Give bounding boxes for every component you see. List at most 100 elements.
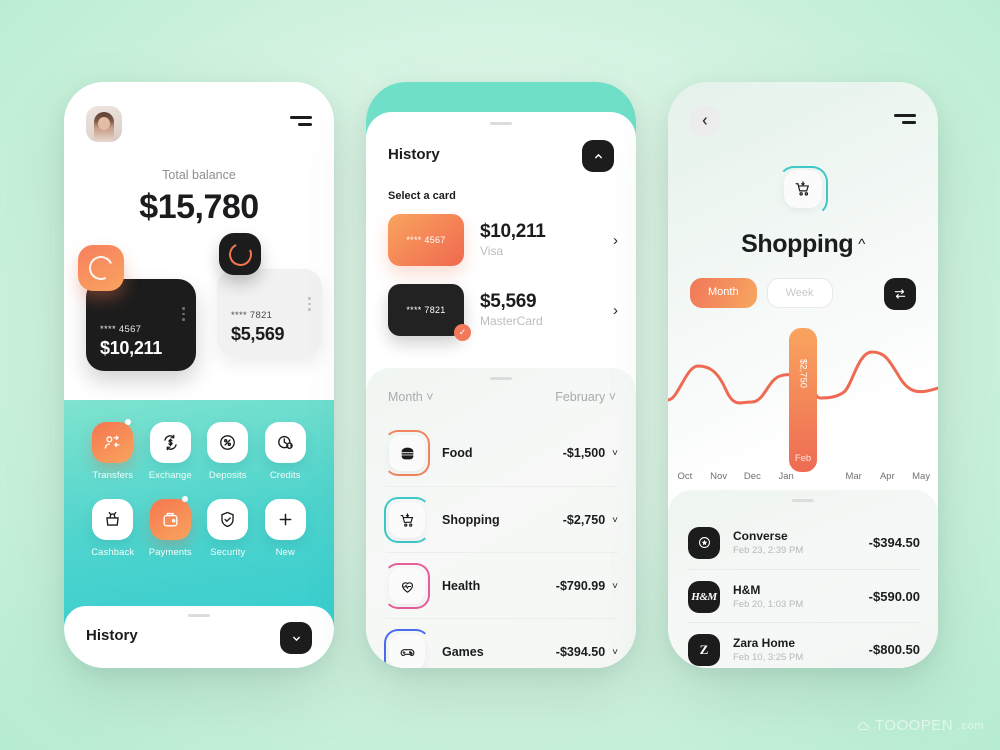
x-tick: Mar [845, 471, 862, 482]
transaction-name: Converse [733, 528, 788, 543]
action-credits[interactable]: Credits [257, 422, 315, 481]
action-label: Payments [148, 547, 192, 558]
page-title: Shopping ^ [668, 230, 938, 259]
card-options-icon[interactable] [308, 297, 311, 314]
action-payments[interactable]: Payments [142, 496, 200, 558]
sheet-title: History [86, 627, 138, 644]
card-amount: $10,211 [480, 221, 546, 243]
month-filter[interactable]: February ˅ [555, 390, 616, 404]
sheet-grabber[interactable] [490, 122, 512, 125]
chevron-down-icon [292, 636, 300, 641]
chevron-down-icon[interactable]: ˅ [612, 581, 618, 592]
list-filters: Month ˅ February ˅ [388, 390, 616, 404]
hamburger-icon[interactable] [894, 114, 916, 126]
phone3-body: Shopping ^ Month Week $2,750 Feb Oct Nov… [668, 82, 938, 668]
chevron-down-icon[interactable]: ˅ [612, 647, 618, 658]
sheet-grabber[interactable] [490, 377, 512, 380]
swap-button[interactable] [884, 278, 916, 310]
gamepad-icon [389, 634, 425, 668]
selected-check-icon: ✓ [454, 324, 471, 341]
card-number: **** 4567 [406, 235, 446, 245]
chevron-right-icon[interactable]: › [613, 302, 618, 319]
category-amount: -$1,500 [562, 446, 606, 460]
chevron-up-icon [594, 153, 602, 158]
chart-highlight-value: $2,750 [797, 358, 809, 389]
category-amount: -$2,750 [562, 513, 606, 527]
transaction-row-converse[interactable]: Converse Feb 23, 2:39 PM -$394.50 [688, 516, 920, 569]
category-row-games[interactable]: Games -$394.50 ˅ [384, 618, 618, 668]
spending-chart: $2,750 Feb Oct Nov Dec Jan Mar Apr May [668, 322, 938, 492]
x-tick: Dec [743, 471, 761, 482]
transaction-row-hm[interactable]: H&M H&M Feb 20, 1:03 PM -$590.00 [688, 569, 920, 623]
transaction-name: H&M [733, 582, 761, 597]
chevron-down-icon[interactable]: ˅ [612, 515, 618, 526]
transaction-amount: -$394.50 [868, 535, 920, 550]
segment-week[interactable]: Week [766, 278, 833, 308]
avatar[interactable] [86, 106, 122, 142]
chevron-up-icon[interactable]: ^ [858, 236, 865, 253]
action-transfers[interactable]: Transfers [84, 419, 142, 481]
transaction-row-zara-home[interactable]: Z Zara Home Feb 10, 3:25 PM -$800.50 [688, 622, 920, 668]
action-security[interactable]: Security [199, 499, 257, 558]
cart-icon [389, 502, 425, 538]
transaction-date: Feb 10, 3:25 PM [733, 652, 804, 664]
category-row-food[interactable]: Food -$1,500 ˅ [384, 420, 618, 486]
purse-icon [92, 499, 134, 540]
category-icon-wrap [384, 497, 430, 543]
cloud-icon [857, 721, 869, 730]
category-name: Food [442, 446, 473, 460]
phone-1-dashboard: Total balance $15,780 **** 4567 $10,211 [64, 82, 334, 668]
phone2-sheet: History Select a card **** 4567 $10,211 … [366, 112, 636, 668]
hm-logo-icon: H&M [688, 580, 720, 613]
card-amount: $5,569 [231, 324, 285, 344]
back-button[interactable] [690, 106, 720, 136]
x-tick-hidden [803, 471, 837, 482]
wallet-icon [149, 499, 191, 540]
action-label: New [275, 547, 295, 558]
collapse-history-button[interactable] [582, 140, 614, 172]
exchange-icon [149, 422, 191, 463]
action-label: Transfers [92, 470, 134, 481]
x-tick: Jan [778, 471, 794, 482]
card-option-mastercard[interactable]: **** 7821 ✓ $5,569 MasterCard › [388, 282, 618, 341]
card-item-dark[interactable]: **** 4567 $10,211 [78, 245, 196, 371]
page-title: History [388, 146, 440, 163]
sheet-grabber[interactable] [188, 614, 210, 617]
action-cashback[interactable]: Cashback [84, 499, 142, 558]
category-name: Shopping [442, 513, 500, 527]
category-list-sheet: Month ˅ February ˅ Food -$1,500 ˅ Shoppi… [366, 368, 636, 668]
avatar-face [98, 117, 110, 130]
card-details: $5,569 MasterCard [480, 292, 543, 328]
chevron-left-icon [702, 117, 707, 125]
action-new[interactable]: New [257, 499, 315, 558]
period-filter[interactable]: Month ˅ [388, 390, 434, 404]
card-item-light[interactable]: **** 7821 $5,569 [217, 233, 322, 357]
category-row-health[interactable]: Health -$790.99 ˅ [384, 552, 618, 619]
x-tick: May [912, 471, 931, 482]
card-options-icon[interactable] [182, 307, 185, 324]
chart-highlight-month: Feb [794, 453, 812, 464]
segment-month[interactable]: Month [690, 278, 757, 308]
card-option-visa[interactable]: **** 4567 $10,211 Visa › [388, 212, 618, 268]
chart-highlight-bar[interactable]: $2,750 Feb [789, 328, 817, 472]
transaction-info: H&M Feb 20, 1:03 PM [733, 583, 803, 610]
mini-card-orange: **** 4567 [388, 214, 464, 266]
phone1-header [86, 106, 312, 142]
card-number: **** 7821 [406, 305, 446, 315]
transaction-date: Feb 23, 2:39 PM [733, 545, 804, 557]
phone-3-shopping: Shopping ^ Month Week $2,750 Feb Oct Nov… [668, 82, 938, 668]
action-deposits[interactable]: Deposits [199, 422, 257, 481]
sheet-grabber[interactable] [792, 499, 814, 502]
hamburger-icon[interactable] [290, 116, 312, 128]
action-exchange[interactable]: Exchange [142, 422, 200, 481]
ring-icon [225, 239, 255, 269]
category-row-shopping[interactable]: Shopping -$2,750 ˅ [384, 486, 618, 553]
category-icon-wrap [384, 629, 430, 668]
burger-icon [389, 435, 425, 471]
chevron-right-icon[interactable]: › [613, 232, 618, 249]
expand-history-button[interactable] [280, 622, 312, 654]
zara-z-icon: Z [688, 633, 720, 666]
chevron-down-icon[interactable]: ˅ [612, 448, 618, 459]
action-label: Security [210, 547, 246, 558]
card-number: **** 4567 [100, 324, 142, 335]
